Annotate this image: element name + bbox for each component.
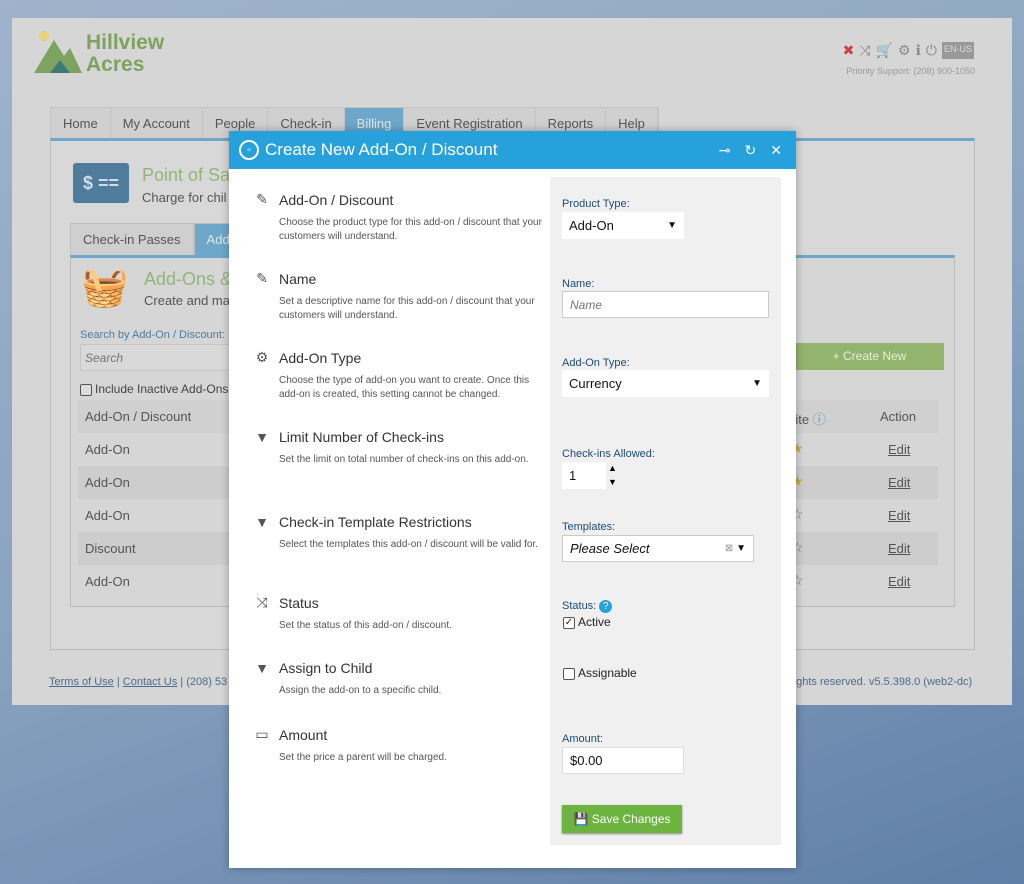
shuffle-icon[interactable]: ⤨ [859, 42, 870, 59]
edit-link[interactable]: Edit [888, 442, 910, 457]
pencil-icon: ✎ [256, 270, 268, 286]
edit-link[interactable]: Edit [888, 475, 910, 490]
tab-home[interactable]: Home [51, 108, 111, 139]
pos-title: Point of Sa [142, 165, 231, 185]
filter-icon: ▼ [255, 514, 269, 530]
section-4: ▼ Check-in Template Restrictions Select th… [255, 514, 539, 550]
pencil-icon: ✎ [256, 191, 268, 207]
search-label: Search by Add-On / Discount: [80, 329, 225, 341]
tools-icon[interactable]: ✖ [843, 42, 855, 59]
checkins-stepper[interactable]: ▲ ▼ [608, 461, 617, 489]
pin-icon[interactable]: ⊸ [719, 142, 731, 159]
footer-rights: rights reserved. v5.5.398.0 (web2-dc) [790, 676, 973, 688]
include-inactive-checkbox[interactable]: Include Inactive Add-Ons [80, 382, 228, 396]
footer-left: Terms of Use | Contact Us | (208) 53 [49, 676, 228, 688]
create-addon-modal: ▫ Create New Add-On / Discount ⊸ ↻ ✕ ✎ Add-On… [229, 131, 796, 868]
status-label: Status: ? [562, 600, 613, 613]
brand-name: Hillview Acres [86, 31, 165, 76]
dollar-icon: $ == [73, 163, 129, 203]
search-input[interactable] [80, 344, 240, 371]
basket-icon: 🧺 [81, 267, 129, 309]
addons-subtitle: Create and ma [144, 293, 230, 308]
terms-link[interactable]: Terms of Use [49, 676, 114, 688]
addon-type-label: Add-On Type: [562, 357, 630, 369]
templates-select[interactable]: Please Select ⊠ ▼ [562, 535, 754, 562]
section-0: ✎ Add-On / Discount Choose the product typ… [256, 191, 542, 242]
name-label: Name: [562, 278, 595, 290]
templates-label: Templates: [562, 521, 616, 533]
info-icon[interactable]: ℹ [916, 42, 921, 59]
money-icon: ▭ [255, 726, 269, 742]
section-7: ▭ Amount Set the price a parent will be ch… [255, 726, 447, 763]
shuffle-icon: ⤨ [256, 594, 268, 610]
subtab-check-in-passes[interactable]: Check-in Passes [70, 223, 194, 256]
floppy-icon: 💾 [573, 812, 589, 826]
modal-header: ▫ Create New Add-On / Discount ⊸ ↻ ✕ [229, 131, 796, 169]
edit-link[interactable]: Edit [888, 541, 910, 556]
checkins-label: Check-ins Allowed: [562, 448, 655, 460]
pos-subtitle: Charge for chil [142, 190, 227, 205]
name-input[interactable] [562, 291, 769, 318]
amount-input[interactable]: $0.00 [562, 747, 684, 774]
product-type-label: Product Type: [562, 198, 630, 210]
help-icon: ? [599, 600, 613, 613]
addons-title: Add-Ons & [144, 269, 233, 289]
caret-down-icon: ▼ [736, 543, 746, 554]
clear-icon: ⊠ [724, 543, 734, 554]
save-changes-button[interactable]: 💾 Save Changes [562, 805, 682, 833]
window-icon: ▫ [239, 140, 259, 160]
contact-link[interactable]: Contact Us [123, 676, 177, 688]
section-2: ⚙ Add-On Type Choose the type of add-on yo… [255, 349, 530, 400]
section-1: ✎ Name Set a descriptive name for this add… [256, 270, 535, 321]
logo [32, 26, 82, 81]
tab-my-account[interactable]: My Account [111, 108, 203, 139]
checkins-input[interactable]: 1 [562, 462, 606, 489]
amount-label: Amount: [562, 733, 603, 745]
power-icon[interactable]: ⏻ [926, 42, 937, 59]
active-checkbox[interactable]: ✓ Active [563, 615, 611, 629]
section-5: ⤨ Status Set the status of this add-on / d… [256, 594, 452, 631]
filter-icon: ▼ [255, 429, 269, 445]
close-icon[interactable]: ✕ [770, 142, 782, 159]
filter-icon: ▼ [255, 660, 269, 676]
section-3: ▼ Limit Number of Check-ins Set the limit … [255, 429, 529, 465]
create-new-button[interactable]: + Create New [795, 343, 944, 370]
caret-down-icon: ▼ [667, 220, 677, 231]
gear-icon[interactable]: ⚙ [898, 42, 911, 59]
edit-link[interactable]: Edit [888, 508, 910, 523]
edit-link[interactable]: Edit [888, 574, 910, 589]
caret-down-icon: ▼ [752, 378, 762, 389]
product-type-select[interactable]: Add-On ▼ [562, 212, 684, 239]
modal-title: Create New Add-On / Discount [265, 140, 498, 159]
refresh-icon[interactable]: ↻ [745, 142, 757, 159]
info-icon: ⓘ [812, 412, 826, 427]
cart-icon[interactable]: 🛒 [876, 42, 893, 59]
assignable-checkbox[interactable]: Assignable [563, 666, 637, 680]
addon-type-select[interactable]: Currency ▼ [562, 370, 769, 397]
language-button[interactable]: EN-US [941, 42, 974, 59]
section-6: ▼ Assign to Child Assign the add-on to a s… [255, 660, 442, 696]
header-icons: ✖ ⤨ 🛒 ⚙ ℹ ⏻ EN-US [843, 42, 974, 59]
gear-icon: ⚙ [255, 349, 269, 365]
support-phone: Priority Support: (208) 900-1050 [846, 66, 975, 76]
